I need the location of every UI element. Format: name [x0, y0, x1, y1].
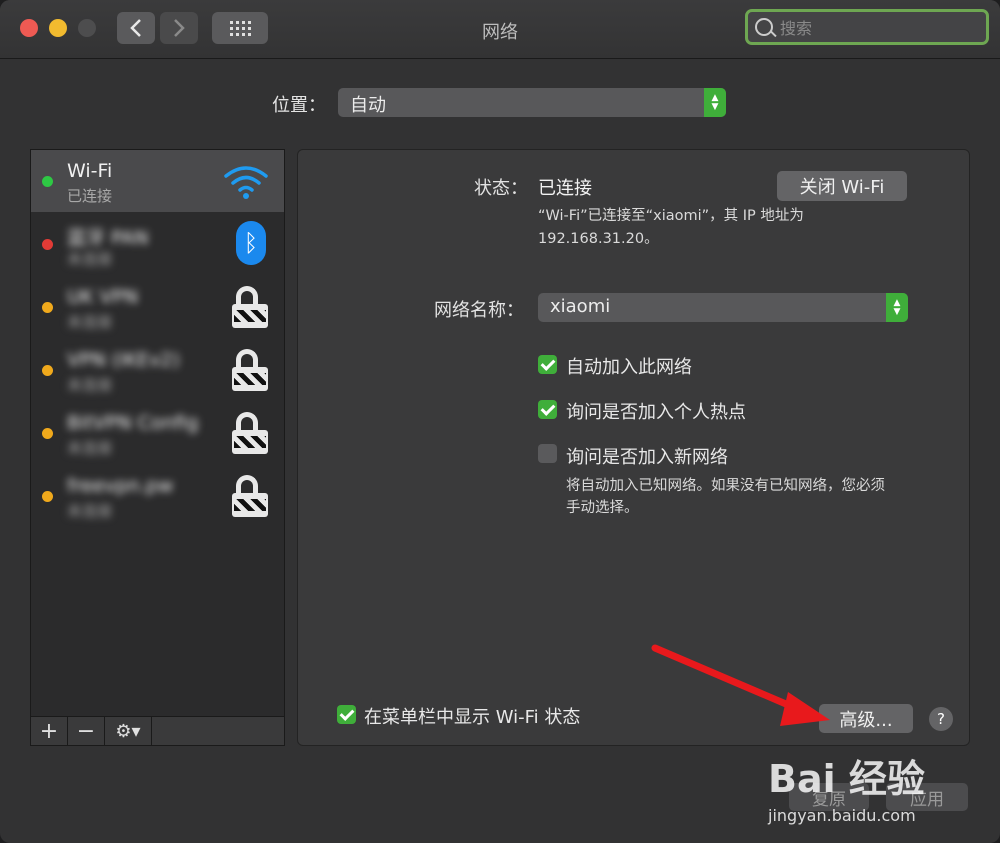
- add-service-button[interactable]: +: [31, 717, 68, 745]
- ask-new-network-desc-line2: 手动选择。: [566, 500, 639, 516]
- action-menu-button[interactable]: ⚙︎▾: [105, 717, 152, 745]
- service-status: 已连接: [67, 187, 113, 205]
- remove-service-button[interactable]: −: [68, 717, 105, 745]
- ask-hotspot-label: 询问是否加入个人热点: [566, 402, 746, 423]
- updown-arrows-icon: ▲ ▼: [886, 293, 908, 322]
- ask-hotspot-checkbox[interactable]: [538, 400, 557, 419]
- status-dot: [42, 239, 53, 250]
- gear-icon: ⚙︎▾: [115, 720, 141, 742]
- service-status: 未连接: [67, 376, 113, 394]
- service-item-vpn[interactable]: BitVPN Config 未连接: [31, 402, 284, 464]
- search-field[interactable]: [745, 9, 989, 45]
- status-dot: [42, 302, 53, 313]
- status-dot: [42, 491, 53, 502]
- service-list: Wi-Fi 已连接 蓝牙 PAN 未连接 ᛒ UK VPN 未连接 VPN (I…: [30, 149, 285, 746]
- ask-new-network-desc-line1: 将自动加入已知网络。如果没有已知网络，您必须: [566, 478, 885, 494]
- service-item-wifi[interactable]: Wi-Fi 已连接: [31, 150, 284, 212]
- service-item-bluetooth-pan[interactable]: 蓝牙 PAN 未连接 ᛒ: [31, 213, 284, 275]
- lock-icon: [232, 349, 268, 391]
- watermark-url: jingyan.baidu.com: [768, 806, 916, 825]
- service-name: freevpn.pw: [67, 475, 174, 497]
- network-name-value: xiaomi: [550, 296, 611, 317]
- wifi-icon: [224, 166, 268, 199]
- ask-new-network-checkbox[interactable]: [538, 444, 557, 463]
- service-status: 未连接: [67, 313, 113, 331]
- status-description-line1: “Wi-Fi”已连接至“xiaomi”，其 IP 地址为: [538, 208, 804, 224]
- auto-join-label: 自动加入此网络: [566, 357, 692, 378]
- service-name: BitVPN Config: [67, 412, 199, 434]
- show-in-menubar-label: 在菜单栏中显示 Wi-Fi 状态: [364, 707, 581, 728]
- lock-icon: [232, 475, 268, 517]
- service-name: UK VPN: [67, 286, 139, 308]
- location-label: 位置：: [272, 95, 326, 116]
- show-in-menubar-checkbox[interactable]: [337, 705, 356, 724]
- baidu-watermark: Bai 经验 jingyan.baidu.com: [760, 740, 980, 830]
- watermark-logo: Bai 经验: [768, 757, 925, 801]
- service-status: 未连接: [67, 439, 113, 457]
- network-name-label: 网络名称：: [434, 300, 524, 321]
- title-bar: 网络: [0, 0, 1000, 59]
- auto-join-checkbox[interactable]: [538, 355, 557, 374]
- network-preferences-window: 网络 位置： 自动 ▲▼ Wi-Fi 已连接 蓝牙 PAN 未连接 ᛒ: [0, 0, 1000, 843]
- advanced-button[interactable]: 高级...: [819, 704, 913, 733]
- bluetooth-icon: ᛒ: [236, 221, 266, 265]
- sidebar-toolbar: + − ⚙︎▾: [30, 716, 285, 746]
- service-status: 未连接: [67, 250, 113, 268]
- status-label: 状态：: [474, 178, 528, 199]
- service-name: VPN (IKEv2): [67, 349, 180, 371]
- service-item-vpn[interactable]: freevpn.pw 未连接: [31, 465, 284, 527]
- service-name: 蓝牙 PAN: [67, 227, 149, 249]
- search-input[interactable]: [778, 16, 982, 40]
- lock-icon: [232, 286, 268, 328]
- turn-off-wifi-button[interactable]: 关闭 Wi-Fi: [777, 171, 907, 201]
- ask-new-network-label: 询问是否加入新网络: [566, 447, 728, 468]
- help-button[interactable]: ?: [929, 707, 953, 731]
- location-select[interactable]: 自动 ▲ ▼: [338, 88, 726, 117]
- service-item-vpn[interactable]: UK VPN 未连接: [31, 276, 284, 338]
- location-value: 自动: [350, 95, 386, 116]
- network-name-select[interactable]: xiaomi ▲ ▼: [538, 293, 908, 322]
- status-dot: [42, 176, 53, 187]
- status-description-line2: 192.168.31.20。: [538, 231, 659, 247]
- lock-icon: [232, 412, 268, 454]
- status-dot: [42, 428, 53, 439]
- service-status: 未连接: [67, 502, 113, 520]
- status-value: 已连接: [538, 178, 592, 199]
- status-dot: [42, 365, 53, 376]
- service-item-vpn[interactable]: VPN (IKEv2) 未连接: [31, 339, 284, 401]
- service-name: Wi-Fi: [67, 160, 113, 182]
- updown-arrows-icon: ▲ ▼: [704, 88, 726, 117]
- search-icon: [755, 18, 773, 36]
